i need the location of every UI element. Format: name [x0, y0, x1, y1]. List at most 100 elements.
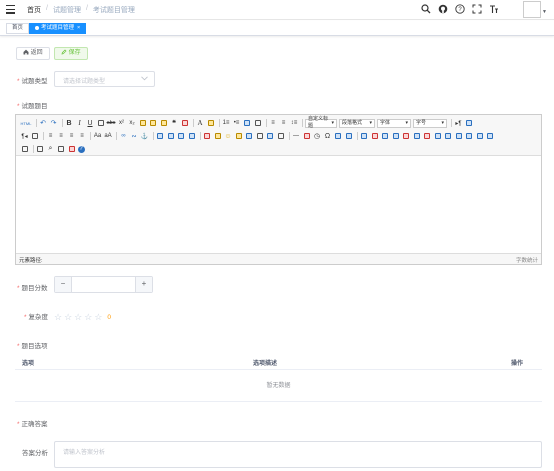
difficulty-rating[interactable]: ☆ ☆ ☆ ☆ ☆ 0 [54, 312, 111, 323]
row-spacing-bottom-icon[interactable]: ≡ [279, 119, 288, 128]
subscript-icon[interactable]: x₂ [128, 119, 137, 128]
image-left-icon[interactable] [166, 132, 175, 141]
increase-button[interactable]: + [135, 277, 152, 292]
redo-icon[interactable]: ↷ [49, 119, 58, 128]
tag-exam-question-management[interactable]: 考试题目管理 × [29, 23, 87, 34]
date-icon[interactable] [302, 132, 311, 141]
insert-paragraph-before-table-icon[interactable] [381, 132, 390, 141]
ordered-list-icon[interactable]: 1≡ [222, 119, 231, 128]
font-border-icon[interactable] [96, 119, 105, 128]
select-all-icon[interactable] [243, 119, 252, 128]
bold-icon[interactable]: B [65, 119, 74, 128]
avatar[interactable] [523, 1, 541, 18]
justify-right-icon[interactable]: ≡ [67, 132, 76, 141]
insert-table-icon[interactable] [360, 132, 369, 141]
delete-row-icon[interactable] [402, 132, 411, 141]
image-center-icon[interactable] [187, 132, 196, 141]
clear-format-icon[interactable] [149, 119, 158, 128]
delete-table-icon[interactable] [370, 132, 379, 141]
anchor-icon[interactable]: ⚓ [140, 132, 149, 141]
to-lowercase-icon[interactable]: aA [104, 132, 113, 141]
split-to-cells-icon[interactable] [465, 132, 474, 141]
direction-rtl-icon[interactable] [465, 119, 474, 128]
simple-upload-icon[interactable] [203, 132, 212, 141]
rich-text-editor[interactable]: HTML ↶ ↷ B I U abc x² x₂ ❝ A 1≡ •≡ ≡ ≡ ↕… [15, 114, 542, 265]
charts-icon[interactable] [20, 145, 29, 154]
fullscreen-icon[interactable] [472, 4, 482, 14]
image-none-icon[interactable] [156, 132, 165, 141]
special-chars-icon[interactable]: Ω [323, 132, 332, 141]
breadcrumb-home[interactable]: 首页 [27, 5, 41, 15]
italic-icon[interactable]: I [75, 119, 84, 128]
insert-video-icon[interactable] [245, 132, 254, 141]
delete-col-icon[interactable] [423, 132, 432, 141]
search-replace-icon[interactable] [334, 132, 343, 141]
merge-down-icon[interactable] [454, 132, 463, 141]
star-icon[interactable]: ☆ [94, 312, 102, 323]
caret-down-icon[interactable]: ▼ [542, 9, 547, 15]
editor-content-area[interactable] [16, 156, 541, 253]
line-height-icon[interactable]: ↕≡ [290, 119, 299, 128]
underline-icon[interactable]: U [86, 119, 95, 128]
star-icon[interactable]: ☆ [64, 312, 72, 323]
star-icon[interactable]: ☆ [84, 312, 92, 323]
preview-icon[interactable]: ⌕ [46, 145, 55, 154]
insert-image-icon[interactable] [213, 132, 222, 141]
close-icon[interactable]: × [77, 25, 80, 31]
emotion-icon[interactable]: ☺ [224, 132, 233, 141]
row-spacing-top-icon[interactable]: ≡ [269, 119, 278, 128]
html-source-icon[interactable]: HTML [20, 119, 32, 128]
custom-title-select[interactable]: 自定义标题 ▾ [305, 116, 337, 129]
breadcrumb-question-management[interactable]: 试题管理 [53, 5, 81, 15]
font-size-select[interactable]: 字号 ▾ [413, 118, 447, 128]
search-icon[interactable] [421, 4, 431, 14]
justify-left-icon[interactable]: ≡ [46, 132, 55, 141]
format-match-icon[interactable] [138, 119, 147, 128]
analysis-input[interactable]: 请输入答案分析 [54, 441, 542, 468]
decrease-button[interactable]: − [55, 277, 72, 292]
forecolor-icon[interactable]: A [196, 119, 205, 128]
auto-typeset-icon[interactable] [159, 119, 168, 128]
time-icon[interactable]: ◷ [313, 132, 322, 141]
justify-justify-icon[interactable]: ≡ [78, 132, 87, 141]
blockquote-icon[interactable]: ❝ [170, 119, 179, 128]
drafts-icon[interactable] [67, 145, 76, 154]
search-icon[interactable] [57, 145, 66, 154]
scrawl-icon[interactable] [234, 132, 243, 141]
insert-frame-icon[interactable] [276, 132, 285, 141]
help-icon[interactable]: ? [77, 145, 85, 153]
code-icon[interactable] [344, 132, 353, 141]
back-button[interactable]: 返回 [16, 47, 50, 60]
split-to-rows-icon[interactable] [475, 132, 484, 141]
attachment-icon[interactable] [255, 132, 264, 141]
score-stepper[interactable]: − + [54, 276, 153, 293]
print-icon[interactable] [36, 145, 45, 154]
paragraph-icon[interactable] [31, 132, 40, 141]
tag-home[interactable]: 首页 [6, 23, 30, 34]
horizontal-rule-icon[interactable]: — [292, 132, 301, 141]
insert-col-icon[interactable] [412, 132, 421, 141]
question-type-select[interactable]: 请选择试题类型 [54, 71, 155, 87]
to-uppercase-icon[interactable]: Aa [93, 132, 102, 141]
map-icon[interactable] [266, 132, 275, 141]
image-right-icon[interactable] [177, 132, 186, 141]
unlink-icon[interactable]: ∾ [130, 132, 139, 141]
insert-row-icon[interactable] [391, 132, 400, 141]
indent-icon[interactable]: ¶◂ [20, 132, 29, 141]
justify-center-icon[interactable]: ≡ [57, 132, 66, 141]
github-icon[interactable] [438, 4, 448, 14]
direction-ltr-icon[interactable]: ▸¶ [454, 119, 463, 128]
star-icon[interactable]: ☆ [54, 312, 62, 323]
help-icon[interactable]: ? [455, 4, 465, 14]
split-to-cols-icon[interactable] [486, 132, 495, 141]
merge-cells-icon[interactable] [433, 132, 442, 141]
clear-doc-icon[interactable] [253, 119, 262, 128]
link-icon[interactable]: ∞ [119, 132, 128, 141]
font-size-icon[interactable] [489, 4, 499, 14]
merge-right-icon[interactable] [444, 132, 453, 141]
unordered-list-icon[interactable]: •≡ [232, 119, 241, 128]
font-family-select[interactable]: 字体 ▾ [377, 118, 411, 128]
hamburger-icon[interactable] [6, 5, 15, 14]
save-button[interactable]: 保存 [54, 47, 88, 60]
strikethrough-icon[interactable]: abc [107, 119, 116, 128]
